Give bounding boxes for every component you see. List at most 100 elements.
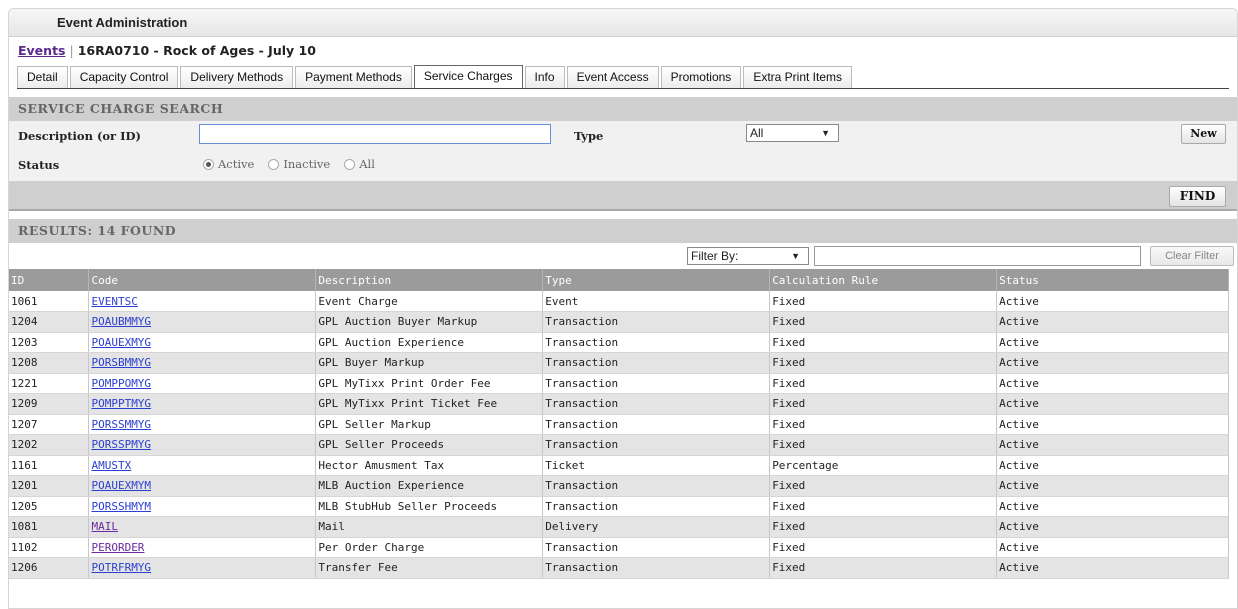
table-row[interactable]: 1209 POMPPTMYG GPL MyTixx Print Ticket Fee… bbox=[9, 393, 1229, 415]
description-cell: GPL Buyer Markup bbox=[315, 352, 544, 374]
code-cell: POMPPTMYG bbox=[88, 393, 317, 415]
calculation-rule-cell: Fixed bbox=[769, 496, 998, 517]
calculation-rule-cell: Fixed bbox=[769, 352, 998, 374]
code-link[interactable]: POAUBMMYG bbox=[91, 315, 151, 328]
type-select[interactable]: All ▼ bbox=[746, 124, 839, 142]
table-row[interactable]: 1102 PERORDER Per Order Charge Transaction F… bbox=[9, 537, 1229, 558]
status-cell: Active bbox=[996, 414, 1229, 435]
code-cell: PORSSHMYM bbox=[88, 496, 317, 517]
code-link[interactable]: POMPPOMYG bbox=[91, 377, 151, 390]
code-cell: PORSSPMYG bbox=[88, 434, 317, 456]
code-link[interactable]: POTRFRMYG bbox=[91, 561, 151, 574]
tab-delivery-methods[interactable]: Delivery Methods bbox=[180, 66, 294, 88]
tab-detail[interactable]: Detail bbox=[17, 66, 68, 88]
code-link[interactable]: PORSSPMYG bbox=[91, 438, 151, 451]
table-row[interactable]: 1208 PORSBMMYG GPL Buyer Markup Transaction… bbox=[9, 352, 1229, 374]
code-link[interactable]: PORSSHMYM bbox=[91, 500, 151, 513]
column-header-type[interactable]: Type bbox=[542, 269, 771, 291]
calculation-rule-cell: Fixed bbox=[769, 291, 998, 312]
new-button[interactable]: New bbox=[1181, 124, 1226, 144]
table-row[interactable]: 1161 AMUSTX Hector Amusment Tax Ticket Perce… bbox=[9, 455, 1229, 476]
results-table: ID Code Description Type Calculation Rule Sta… bbox=[9, 269, 1229, 579]
code-link[interactable]: PORSSMMYG bbox=[91, 418, 151, 431]
breadcrumb-events-link[interactable]: Events bbox=[18, 43, 65, 58]
app-window: Event Administration Events | 16RA0710 - R… bbox=[8, 8, 1238, 609]
description-cell: Mail bbox=[315, 516, 544, 538]
code-link[interactable]: MAIL bbox=[91, 520, 118, 533]
table-row[interactable]: 1207 PORSSMMYG GPL Seller Markup Transactio… bbox=[9, 414, 1229, 435]
status-radio-inactive[interactable]: Inactive bbox=[268, 157, 330, 171]
status-cell: Active bbox=[996, 557, 1229, 579]
status-cell: Active bbox=[996, 475, 1229, 497]
status-radio-all[interactable]: All bbox=[344, 157, 375, 171]
tab-service-charges[interactable]: Service Charges bbox=[413, 65, 523, 88]
tab-event-access[interactable]: Event Access bbox=[566, 66, 659, 88]
id-cell: 1209 bbox=[9, 393, 90, 415]
status-radio-active[interactable]: Active bbox=[203, 157, 254, 171]
code-link[interactable]: PORSBMMYG bbox=[91, 356, 151, 369]
table-row[interactable]: 1061 EVENTSC Event Charge Event Fixed Active bbox=[9, 291, 1229, 312]
filter-by-value: Filter By: bbox=[691, 249, 739, 263]
filter-input[interactable] bbox=[814, 246, 1141, 266]
table-row[interactable]: 1081 MAIL Mail Delivery Fixed Active bbox=[9, 516, 1229, 538]
filter-by-select[interactable]: Filter By: ▼ bbox=[687, 247, 809, 265]
table-header-row: ID Code Description Type Calculation Rule Sta… bbox=[9, 269, 1229, 291]
tab-promotions[interactable]: Promotions bbox=[660, 66, 742, 88]
status-cell: Active bbox=[996, 373, 1229, 394]
table-row[interactable]: 1204 POAUBMMYG GPL Auction Buyer Markup Tra… bbox=[9, 311, 1229, 333]
column-header-status[interactable]: Status bbox=[996, 269, 1229, 291]
table-row[interactable]: 1206 POTRFRMYG Transfer Fee Transaction Fixe… bbox=[9, 557, 1229, 579]
column-header-description[interactable]: Description bbox=[315, 269, 544, 291]
code-link[interactable]: POAUEXMYG bbox=[91, 336, 151, 349]
chevron-down-icon: ▼ bbox=[791, 251, 800, 261]
description-input[interactable] bbox=[199, 124, 551, 144]
type-cell: Event bbox=[542, 291, 771, 312]
code-link[interactable]: POMPPTMYG bbox=[91, 397, 151, 410]
code-cell: POAUBMMYG bbox=[88, 311, 317, 333]
radio-unchecked-icon bbox=[268, 158, 280, 170]
id-cell: 1221 bbox=[9, 373, 90, 394]
code-link[interactable]: EVENTSC bbox=[91, 295, 137, 308]
calculation-rule-cell: Fixed bbox=[769, 434, 998, 456]
type-cell: Transaction bbox=[542, 393, 771, 415]
type-select-value: All bbox=[750, 126, 764, 140]
calculation-rule-cell: Fixed bbox=[769, 516, 998, 538]
calculation-rule-cell: Fixed bbox=[769, 393, 998, 415]
tab-info[interactable]: Info bbox=[524, 66, 565, 88]
code-link[interactable]: AMUSTX bbox=[91, 459, 131, 472]
type-cell: Delivery bbox=[542, 516, 771, 538]
tab-capacity-control[interactable]: Capacity Control bbox=[69, 66, 179, 88]
table-row[interactable]: 1205 PORSSHMYM MLB StubHub Seller Proceeds… bbox=[9, 496, 1229, 517]
app-title: Event Administration bbox=[9, 9, 1237, 37]
description-cell: MLB StubHub Seller Proceeds bbox=[315, 496, 544, 517]
code-cell: PORSBMMYG bbox=[88, 352, 317, 374]
code-link[interactable]: PERORDER bbox=[91, 541, 144, 554]
calculation-rule-cell: Fixed bbox=[769, 537, 998, 558]
status-cell: Active bbox=[996, 455, 1229, 476]
code-cell: PORSSMMYG bbox=[88, 414, 317, 435]
code-link[interactable]: POAUEXMYM bbox=[91, 479, 151, 492]
status-cell: Active bbox=[996, 291, 1229, 312]
calculation-rule-cell: Fixed bbox=[769, 414, 998, 435]
tab-extra-print-items[interactable]: Extra Print Items bbox=[743, 66, 852, 88]
type-cell: Transaction bbox=[542, 414, 771, 435]
id-cell: 1205 bbox=[9, 496, 90, 517]
clear-filter-button[interactable]: Clear Filter bbox=[1150, 246, 1234, 266]
table-row[interactable]: 1202 PORSSPMYG GPL Seller Proceeds Transact… bbox=[9, 434, 1229, 456]
tab-payment-methods[interactable]: Payment Methods bbox=[295, 66, 412, 88]
column-header-id[interactable]: ID bbox=[9, 269, 90, 291]
column-header-code[interactable]: Code bbox=[88, 269, 317, 291]
status-cell: Active bbox=[996, 516, 1229, 538]
description-label: Description (or ID) bbox=[18, 129, 141, 143]
table-row[interactable]: 1201 POAUEXMYM MLB Auction Experience Trans… bbox=[9, 475, 1229, 497]
description-cell: GPL MyTixx Print Order Fee bbox=[315, 373, 544, 394]
table-row[interactable]: 1221 POMPPOMYG GPL MyTixx Print Order Fee T… bbox=[9, 373, 1229, 394]
table-row[interactable]: 1203 POAUEXMYG GPL Auction Experience Trans… bbox=[9, 332, 1229, 353]
description-cell: GPL Auction Experience bbox=[315, 332, 544, 353]
calculation-rule-cell: Fixed bbox=[769, 332, 998, 353]
find-button[interactable]: FIND bbox=[1169, 186, 1226, 207]
code-cell: EVENTSC bbox=[88, 291, 317, 312]
column-header-calculation-rule[interactable]: Calculation Rule bbox=[769, 269, 998, 291]
id-cell: 1201 bbox=[9, 475, 90, 497]
status-radio-group: Active Inactive All bbox=[203, 157, 375, 171]
